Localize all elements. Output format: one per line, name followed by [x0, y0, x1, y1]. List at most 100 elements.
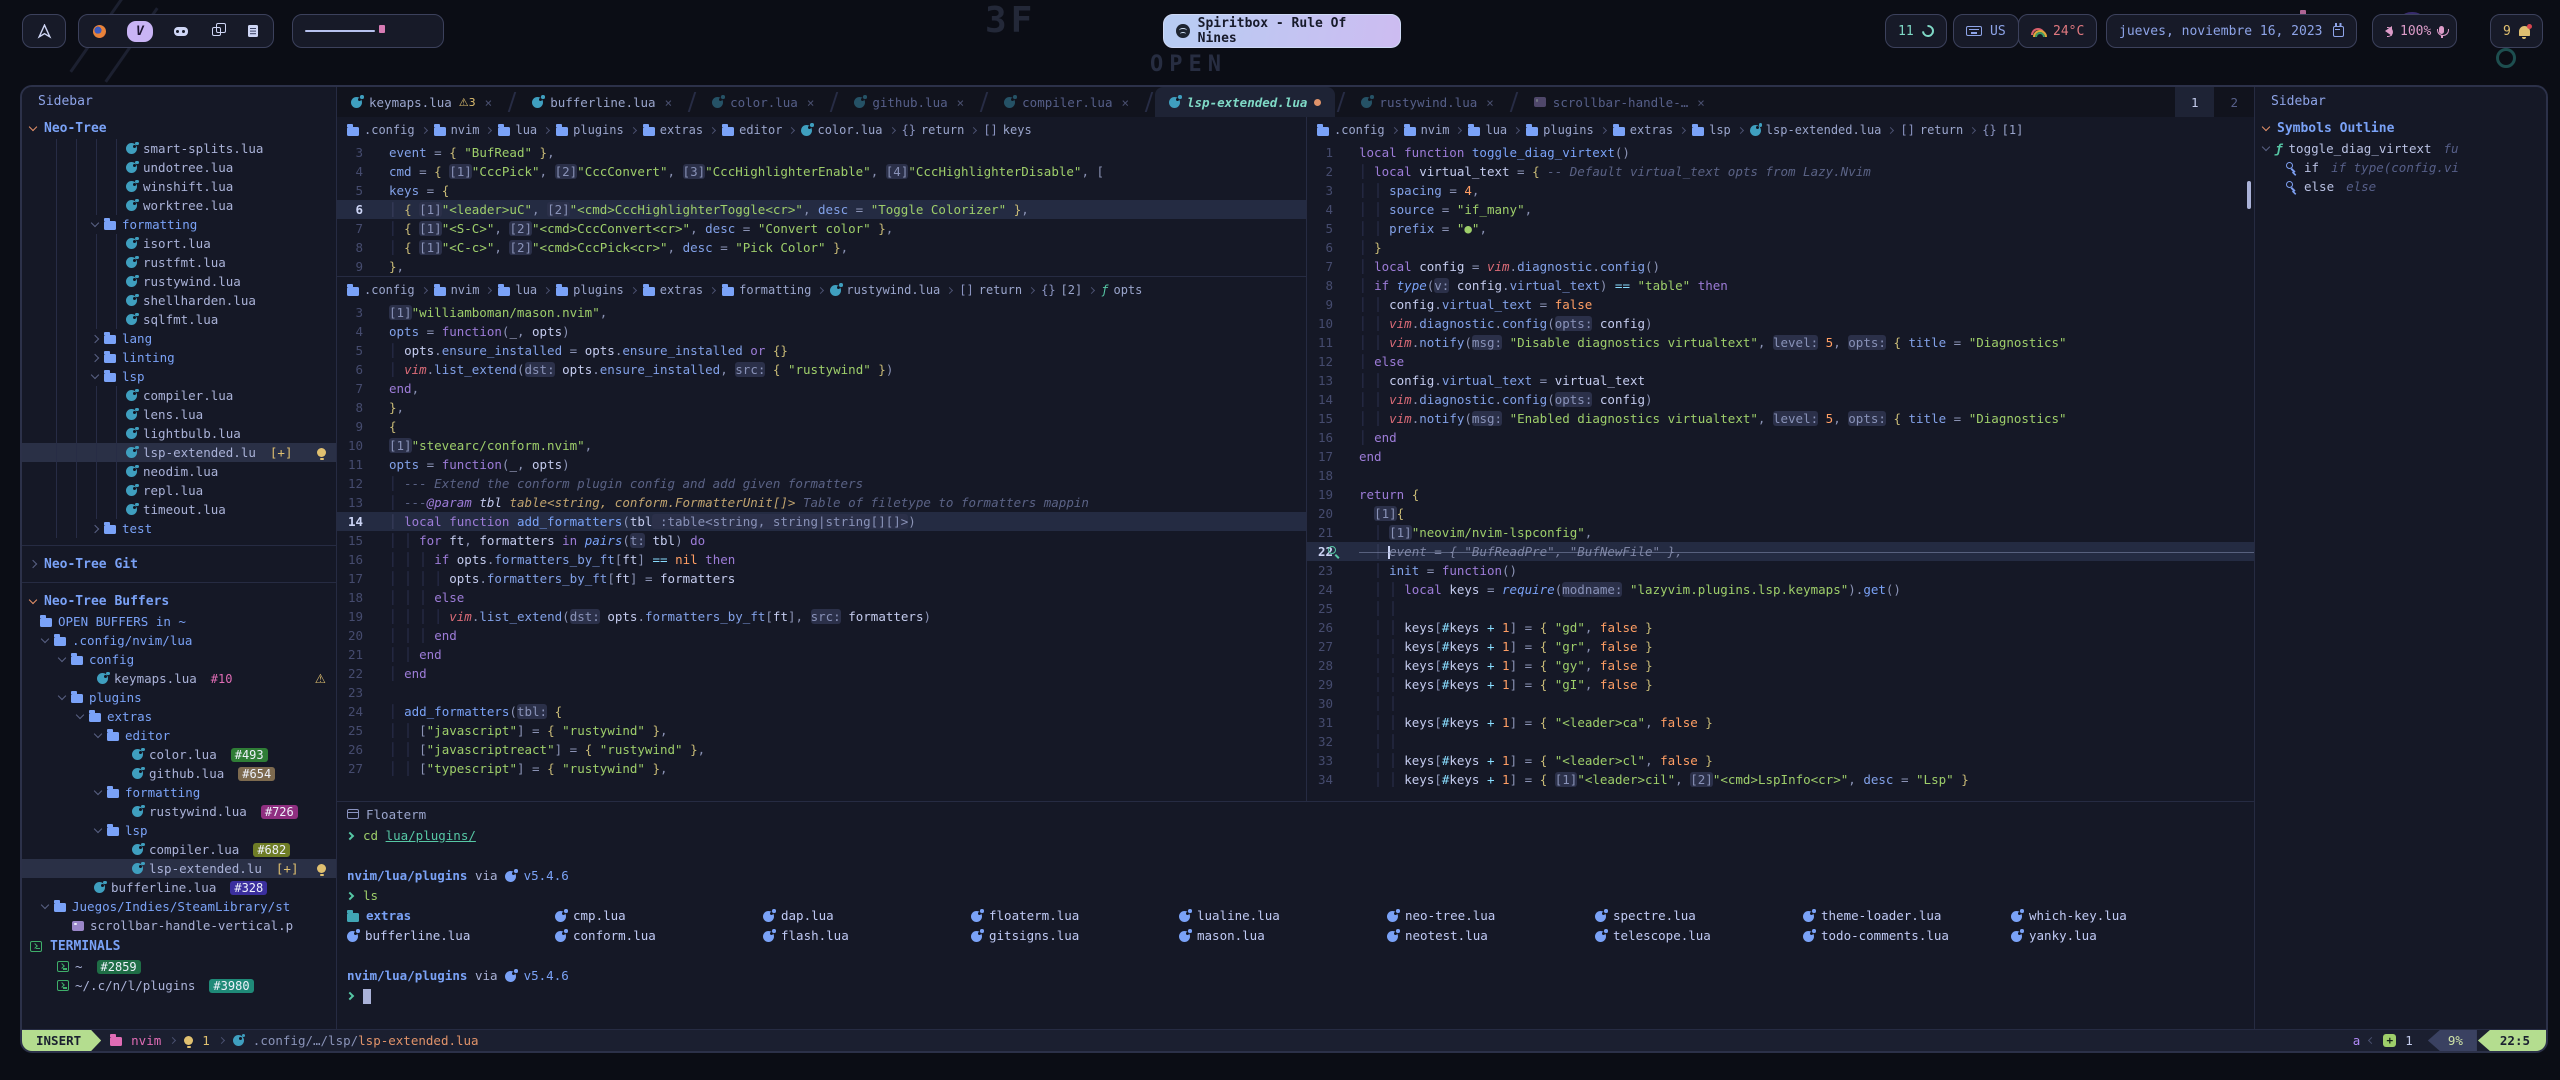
code-line[interactable]: 8│ if type(v: config.virtual_text) == "t… — [1307, 276, 2254, 295]
tree-item[interactable]: rustywind.lua — [22, 272, 336, 291]
tab-lsp-extended-lua[interactable]: lsp-extended.lua — [1155, 87, 1335, 117]
tree-item[interactable]: isort.lua — [22, 234, 336, 253]
breadcrumb-item[interactable]: extras — [643, 123, 703, 137]
tab-bufferline-lua[interactable]: bufferline.lua× — [518, 87, 686, 117]
code-line[interactable]: 22 │ event = { "BufReadPre", "BufNewFile… — [1307, 542, 2254, 561]
tree-item[interactable]: compiler.lua#682 — [22, 840, 336, 859]
code-line[interactable]: 6│ } — [1307, 238, 2254, 257]
breadcrumb-item[interactable]: editor — [722, 123, 782, 137]
tree-item[interactable]: github.lua#654 — [22, 764, 336, 783]
code-line[interactable]: 20│ │ │ end — [337, 626, 1306, 645]
breadcrumb-item[interactable]: nvim — [434, 123, 480, 137]
breadcrumb-item[interactable]: ƒopts — [1101, 283, 1142, 297]
tree-item[interactable]: ~#2859 — [22, 957, 336, 976]
breadcrumb-item[interactable]: lsp-extended.lua — [1750, 123, 1882, 137]
code-line[interactable]: 17│ │ │ │ opts.formatters_by_ft[ft] = fo… — [337, 569, 1306, 588]
code-line[interactable]: 10[1]"stevearc/conform.nvim", — [337, 436, 1306, 455]
breadcrumb-item[interactable]: []keys — [983, 123, 1031, 137]
media-player-widget[interactable]: Spiritbox - Rule Of Nines — [1163, 14, 1401, 48]
code-line[interactable]: 19│ │ │ │ vim.list_extend(dst: opts.form… — [337, 607, 1306, 626]
workspace-windows[interactable] — [209, 23, 225, 39]
code-line[interactable]: 1local function toggle_diag_virtext() — [1307, 143, 2254, 162]
tree-item[interactable]: formatting — [22, 215, 336, 234]
breadcrumb-item[interactable]: .config — [347, 283, 415, 297]
breadcrumb-item[interactable]: {}[1] — [1982, 123, 2023, 137]
tree-item[interactable]: lens.lua — [22, 405, 336, 424]
code-line[interactable]: 13│ ---@param tbl table<string, conform.… — [337, 493, 1306, 512]
code-line[interactable]: 24 │ │ local keys = require(modname: "la… — [1307, 580, 2254, 599]
breadcrumb-item[interactable]: lsp — [1692, 123, 1731, 137]
workspace-games[interactable] — [173, 23, 189, 39]
code-line[interactable]: 7│ local config = vim.diagnostic.config(… — [1307, 257, 2254, 276]
volume-widget[interactable]: 100% — [2372, 14, 2457, 48]
code-line[interactable]: 25 │ │ — [1307, 599, 2254, 618]
code-line[interactable]: 27│ │ ["typescript"] = { "rustywind" }, — [337, 759, 1306, 778]
code-line[interactable]: 15│ │ for ft, formatters in pairs(t: tbl… — [337, 531, 1306, 550]
updates-widget[interactable]: 11 — [1885, 14, 1947, 48]
section-header-neo-tree-git[interactable]: Neo-Tree Git — [22, 553, 336, 575]
code-line[interactable]: 12│ --- Extend the conform plugin config… — [337, 474, 1306, 493]
code-line[interactable]: 18 — [1307, 466, 2254, 485]
tree-item[interactable]: bufferline.lua#328 — [22, 878, 336, 897]
code-line[interactable]: 9{ — [337, 417, 1306, 436]
symbol-item[interactable]: ifif type(config.vi — [2255, 158, 2546, 177]
code-line[interactable]: 15│ │ vim.notify(msg: "Enabled diagnosti… — [1307, 409, 2254, 428]
breadcrumb-item[interactable]: []return — [959, 283, 1022, 297]
code-line[interactable]: 23 — [337, 683, 1306, 702]
code-line[interactable]: 32 │ │ — [1307, 732, 2254, 751]
code-line[interactable]: 6│ { [1]"<leader>uC", [2]"<cmd>CccHighli… — [337, 200, 1306, 219]
code-line[interactable]: 14│ │ vim.diagnostic.config(opts: config… — [1307, 390, 2254, 409]
symbol-item[interactable]: ƒtoggle_diag_virtextfu — [2255, 139, 2546, 158]
workspace-documents[interactable] — [245, 23, 261, 39]
close-icon[interactable]: × — [485, 95, 493, 110]
code-line[interactable]: 11│ │ vim.notify(msg: "Disable diagnosti… — [1307, 333, 2254, 352]
code-line[interactable]: 23 │ init = function() — [1307, 561, 2254, 580]
code-line[interactable]: 20 [1]{ — [1307, 504, 2254, 523]
code-line[interactable]: 6│ vim.list_extend(dst: opts.ensure_inst… — [337, 360, 1306, 379]
tree-item[interactable]: neodim.lua — [22, 462, 336, 481]
tree-item[interactable]: scrollbar-handle-vertical.p — [22, 916, 336, 935]
code-line[interactable]: 34 │ │ keys[#keys + 1] = { [1]"<leader>c… — [1307, 770, 2254, 789]
code-line[interactable]: 21│ │ end — [337, 645, 1306, 664]
tree-item[interactable]: smart-splits.lua — [22, 139, 336, 158]
code-line[interactable]: 8│ { [1]"<C-c>", [2]"<cmd>CccPick<cr>", … — [337, 238, 1306, 257]
tree-item[interactable]: shellharden.lua — [22, 291, 336, 310]
tree-item[interactable]: plugins — [22, 688, 336, 707]
code-line[interactable]: 8}, — [337, 398, 1306, 417]
code-line[interactable]: 9}, — [337, 257, 1306, 276]
tree-item[interactable]: lang — [22, 329, 336, 348]
code-line[interactable]: 31 │ │ keys[#keys + 1] = { "<leader>ca",… — [1307, 713, 2254, 732]
code-line[interactable]: 17end — [1307, 447, 2254, 466]
tab-github-lua[interactable]: github.lua× — [840, 87, 978, 117]
tree-item[interactable]: OPEN BUFFERS in ~ — [22, 612, 336, 631]
floaterm-terminal[interactable]: Floatermcd lua/plugins/nvim/lua/plugins … — [337, 801, 2254, 1029]
weather-widget[interactable]: 24°C — [2018, 14, 2097, 48]
tree-item[interactable]: worktree.lua — [22, 196, 336, 215]
tab-color-lua[interactable]: color.lua× — [698, 87, 828, 117]
tree-item[interactable]: repl.lua — [22, 481, 336, 500]
tree-item[interactable]: editor — [22, 726, 336, 745]
close-icon[interactable]: × — [957, 95, 965, 110]
tree-item[interactable]: extras — [22, 707, 336, 726]
code-line[interactable]: 3event = { "BufRead" }, — [337, 143, 1306, 162]
tab-keymaps-lua[interactable]: keymaps.lua⚠3× — [337, 87, 506, 117]
code-line[interactable]: 3│ │ spacing = 4, — [1307, 181, 2254, 200]
tree-item[interactable]: lsp-extended.lu[+] — [22, 443, 336, 462]
code-line[interactable]: 26 │ │ keys[#keys + 1] = { "gd", false } — [1307, 618, 2254, 637]
section-header-neo-tree-buffers[interactable]: Neo-Tree Buffers — [22, 590, 336, 612]
code-line[interactable]: 14│ local function add_formatters(tbl :t… — [337, 512, 1306, 531]
close-icon[interactable]: × — [807, 95, 815, 110]
tabpage-2[interactable]: 2 — [2214, 87, 2254, 117]
clock-widget[interactable]: jueves, noviembre 16, 2023 — [2106, 14, 2357, 48]
section-header-neo-tree[interactable]: Neo-Tree — [22, 117, 336, 139]
tree-item[interactable]: test — [22, 519, 336, 538]
breadcrumb-item[interactable]: plugins — [1526, 123, 1594, 137]
code-line[interactable]: 19return { — [1307, 485, 2254, 504]
tree-item[interactable]: lsp-extended.lu[+] — [22, 859, 336, 878]
breadcrumb-item[interactable]: formatting — [722, 283, 811, 297]
code-line[interactable]: 13│ │ config.virtual_text = virtual_text — [1307, 371, 2254, 390]
code-line[interactable]: 30 │ │ — [1307, 694, 2254, 713]
tree-item[interactable]: winshift.lua — [22, 177, 336, 196]
close-icon[interactable]: × — [1121, 95, 1129, 110]
breadcrumb-item[interactable]: nvim — [434, 283, 480, 297]
